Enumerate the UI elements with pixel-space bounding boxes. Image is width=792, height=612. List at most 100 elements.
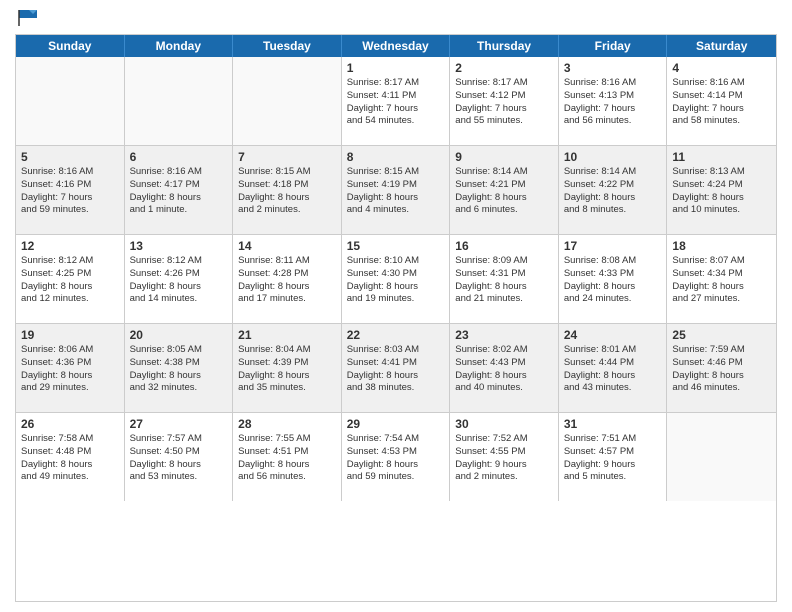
calendar-day-2: 2 Sunrise: 8:17 AM Sunset: 4:12 PM Daylig… — [450, 57, 559, 145]
calendar-day-3: 3 Sunrise: 8:16 AM Sunset: 4:13 PM Daylig… — [559, 57, 668, 145]
day-info: Sunrise: 8:17 AM Sunset: 4:12 PM Dayligh… — [455, 77, 553, 128]
day-number: 10 — [564, 150, 662, 164]
day-number: 22 — [347, 328, 445, 342]
day-number: 25 — [672, 328, 771, 342]
calendar-row-4: 19 Sunrise: 8:06 AM Sunset: 4:36 PM Dayli… — [16, 324, 776, 413]
calendar-row-2: 5 Sunrise: 8:16 AM Sunset: 4:16 PM Daylig… — [16, 146, 776, 235]
day-info: Sunrise: 8:02 AM Sunset: 4:43 PM Dayligh… — [455, 344, 553, 395]
day-number: 20 — [130, 328, 228, 342]
header — [15, 10, 777, 26]
day-number: 6 — [130, 150, 228, 164]
calendar-day-28: 28Sunrise: 7:55 AM Sunset: 4:51 PM Dayli… — [233, 413, 342, 501]
calendar-day-4: 4 Sunrise: 8:16 AM Sunset: 4:14 PM Daylig… — [667, 57, 776, 145]
day-number: 11 — [672, 150, 771, 164]
day-number: 31 — [564, 417, 662, 431]
calendar-day-20: 20 Sunrise: 8:05 AM Sunset: 4:38 PM Dayli… — [125, 324, 234, 412]
calendar-day-1: 1Sunrise: 8:17 AM Sunset: 4:11 PM Daylig… — [342, 57, 451, 145]
day-number: 17 — [564, 239, 662, 253]
day-number: 7 — [238, 150, 336, 164]
day-number: 13 — [130, 239, 228, 253]
day-info: Sunrise: 7:58 AM Sunset: 4:48 PM Dayligh… — [21, 433, 119, 484]
day-number: 30 — [455, 417, 553, 431]
weekday-header-saturday: Saturday — [667, 35, 776, 57]
day-info: Sunrise: 8:16 AM Sunset: 4:14 PM Dayligh… — [672, 77, 771, 128]
day-number: 15 — [347, 239, 445, 253]
calendar-day-31: 31 Sunrise: 7:51 AM Sunset: 4:57 PM Dayli… — [559, 413, 668, 501]
day-info: Sunrise: 8:13 AM Sunset: 4:24 PM Dayligh… — [672, 166, 771, 217]
calendar-day-7: 7Sunrise: 8:15 AM Sunset: 4:18 PM Daylig… — [233, 146, 342, 234]
calendar: SundayMondayTuesdayWednesdayThursdayFrid… — [15, 34, 777, 602]
day-number: 23 — [455, 328, 553, 342]
calendar-row-5: 26Sunrise: 7:58 AM Sunset: 4:48 PM Dayli… — [16, 413, 776, 501]
calendar-body: 1Sunrise: 8:17 AM Sunset: 4:11 PM Daylig… — [16, 57, 776, 501]
calendar-day-9: 9 Sunrise: 8:14 AM Sunset: 4:21 PM Daylig… — [450, 146, 559, 234]
calendar-day-5: 5 Sunrise: 8:16 AM Sunset: 4:16 PM Daylig… — [16, 146, 125, 234]
day-number: 5 — [21, 150, 119, 164]
day-info: Sunrise: 8:16 AM Sunset: 4:13 PM Dayligh… — [564, 77, 662, 128]
day-number: 29 — [347, 417, 445, 431]
calendar-day-8: 8 Sunrise: 8:15 AM Sunset: 4:19 PM Daylig… — [342, 146, 451, 234]
day-info: Sunrise: 8:14 AM Sunset: 4:21 PM Dayligh… — [455, 166, 553, 217]
calendar-day-30: 30 Sunrise: 7:52 AM Sunset: 4:55 PM Dayli… — [450, 413, 559, 501]
day-info: Sunrise: 8:07 AM Sunset: 4:34 PM Dayligh… — [672, 255, 771, 306]
calendar-day-11: 11 Sunrise: 8:13 AM Sunset: 4:24 PM Dayli… — [667, 146, 776, 234]
day-info: Sunrise: 8:10 AM Sunset: 4:30 PM Dayligh… — [347, 255, 445, 306]
calendar-day-26: 26Sunrise: 7:58 AM Sunset: 4:48 PM Dayli… — [16, 413, 125, 501]
day-number: 12 — [21, 239, 119, 253]
day-number: 4 — [672, 61, 771, 75]
day-info: Sunrise: 8:12 AM Sunset: 4:25 PM Dayligh… — [21, 255, 119, 306]
day-number: 3 — [564, 61, 662, 75]
day-number: 21 — [238, 328, 336, 342]
calendar-empty-cell — [233, 57, 342, 145]
calendar-day-18: 18 Sunrise: 8:07 AM Sunset: 4:34 PM Dayli… — [667, 235, 776, 323]
day-info: Sunrise: 8:09 AM Sunset: 4:31 PM Dayligh… — [455, 255, 553, 306]
day-info: Sunrise: 8:05 AM Sunset: 4:38 PM Dayligh… — [130, 344, 228, 395]
day-info: Sunrise: 8:06 AM Sunset: 4:36 PM Dayligh… — [21, 344, 119, 395]
day-info: Sunrise: 8:15 AM Sunset: 4:19 PM Dayligh… — [347, 166, 445, 217]
day-info: Sunrise: 8:01 AM Sunset: 4:44 PM Dayligh… — [564, 344, 662, 395]
day-number: 9 — [455, 150, 553, 164]
calendar-day-19: 19 Sunrise: 8:06 AM Sunset: 4:36 PM Dayli… — [16, 324, 125, 412]
main-container: SundayMondayTuesdayWednesdayThursdayFrid… — [0, 0, 792, 612]
logo-flag-icon — [17, 8, 39, 26]
day-info: Sunrise: 8:03 AM Sunset: 4:41 PM Dayligh… — [347, 344, 445, 395]
weekday-header-wednesday: Wednesday — [342, 35, 451, 57]
calendar-header: SundayMondayTuesdayWednesdayThursdayFrid… — [16, 35, 776, 57]
day-info: Sunrise: 8:08 AM Sunset: 4:33 PM Dayligh… — [564, 255, 662, 306]
logo — [15, 10, 39, 26]
calendar-day-24: 24Sunrise: 8:01 AM Sunset: 4:44 PM Dayli… — [559, 324, 668, 412]
calendar-day-17: 17 Sunrise: 8:08 AM Sunset: 4:33 PM Dayli… — [559, 235, 668, 323]
calendar-day-27: 27Sunrise: 7:57 AM Sunset: 4:50 PM Dayli… — [125, 413, 234, 501]
weekday-header-monday: Monday — [125, 35, 234, 57]
day-info: Sunrise: 8:14 AM Sunset: 4:22 PM Dayligh… — [564, 166, 662, 217]
calendar-empty-cell — [16, 57, 125, 145]
day-number: 19 — [21, 328, 119, 342]
day-info: Sunrise: 8:11 AM Sunset: 4:28 PM Dayligh… — [238, 255, 336, 306]
calendar-row-1: 1Sunrise: 8:17 AM Sunset: 4:11 PM Daylig… — [16, 57, 776, 146]
day-info: Sunrise: 7:59 AM Sunset: 4:46 PM Dayligh… — [672, 344, 771, 395]
day-number: 28 — [238, 417, 336, 431]
calendar-row-3: 12 Sunrise: 8:12 AM Sunset: 4:25 PM Dayli… — [16, 235, 776, 324]
calendar-day-12: 12 Sunrise: 8:12 AM Sunset: 4:25 PM Dayli… — [16, 235, 125, 323]
weekday-header-thursday: Thursday — [450, 35, 559, 57]
calendar-empty-cell — [125, 57, 234, 145]
day-info: Sunrise: 7:57 AM Sunset: 4:50 PM Dayligh… — [130, 433, 228, 484]
day-number: 2 — [455, 61, 553, 75]
calendar-day-21: 21 Sunrise: 8:04 AM Sunset: 4:39 PM Dayli… — [233, 324, 342, 412]
weekday-header-tuesday: Tuesday — [233, 35, 342, 57]
day-number: 18 — [672, 239, 771, 253]
day-number: 8 — [347, 150, 445, 164]
day-number: 1 — [347, 61, 445, 75]
calendar-day-22: 22 Sunrise: 8:03 AM Sunset: 4:41 PM Dayli… — [342, 324, 451, 412]
day-info: Sunrise: 8:04 AM Sunset: 4:39 PM Dayligh… — [238, 344, 336, 395]
day-info: Sunrise: 8:16 AM Sunset: 4:17 PM Dayligh… — [130, 166, 228, 217]
calendar-day-14: 14Sunrise: 8:11 AM Sunset: 4:28 PM Dayli… — [233, 235, 342, 323]
calendar-day-25: 25 Sunrise: 7:59 AM Sunset: 4:46 PM Dayli… — [667, 324, 776, 412]
day-info: Sunrise: 7:51 AM Sunset: 4:57 PM Dayligh… — [564, 433, 662, 484]
day-info: Sunrise: 7:52 AM Sunset: 4:55 PM Dayligh… — [455, 433, 553, 484]
calendar-day-15: 15 Sunrise: 8:10 AM Sunset: 4:30 PM Dayli… — [342, 235, 451, 323]
calendar-empty-cell — [667, 413, 776, 501]
day-info: Sunrise: 8:16 AM Sunset: 4:16 PM Dayligh… — [21, 166, 119, 217]
weekday-header-sunday: Sunday — [16, 35, 125, 57]
weekday-header-friday: Friday — [559, 35, 668, 57]
